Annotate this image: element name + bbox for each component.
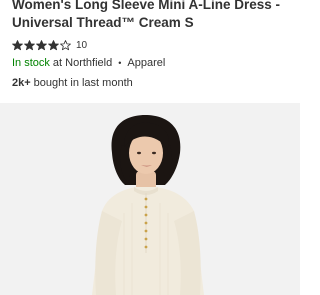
stock-status: In stock [12, 57, 50, 69]
product-title-line-2: Universal Thread™ Cream S [12, 15, 194, 30]
availability-row: In stock at Northfield • Apparel [12, 56, 165, 70]
product-image[interactable] [0, 103, 300, 295]
star-filled-icon [12, 39, 23, 50]
rating-summary[interactable]: 10 [12, 38, 87, 52]
product-title: Women's Long Sleeve Mini A-Line Dress - … [12, 0, 294, 32]
store-location[interactable]: at Northfield [53, 57, 112, 69]
purchase-count: 2k+ bought in last month [12, 77, 133, 91]
product-title-line-1: Women's Long Sleeve Mini A-Line Dress - [12, 0, 281, 12]
bought-text: bought in last month [33, 77, 133, 89]
star-filled-icon [36, 39, 47, 50]
bought-count: 2k+ [12, 77, 31, 89]
star-rating [12, 39, 71, 51]
separator-dot: • [118, 58, 122, 68]
product-page: Women's Long Sleeve Mini A-Line Dress - … [0, 0, 300, 295]
model-photo [0, 103, 300, 295]
rating-count[interactable]: 10 [76, 40, 87, 51]
category-link[interactable]: Apparel [127, 57, 165, 69]
star-empty-icon [60, 39, 71, 50]
star-filled-icon [48, 39, 59, 50]
star-filled-icon [24, 39, 35, 50]
